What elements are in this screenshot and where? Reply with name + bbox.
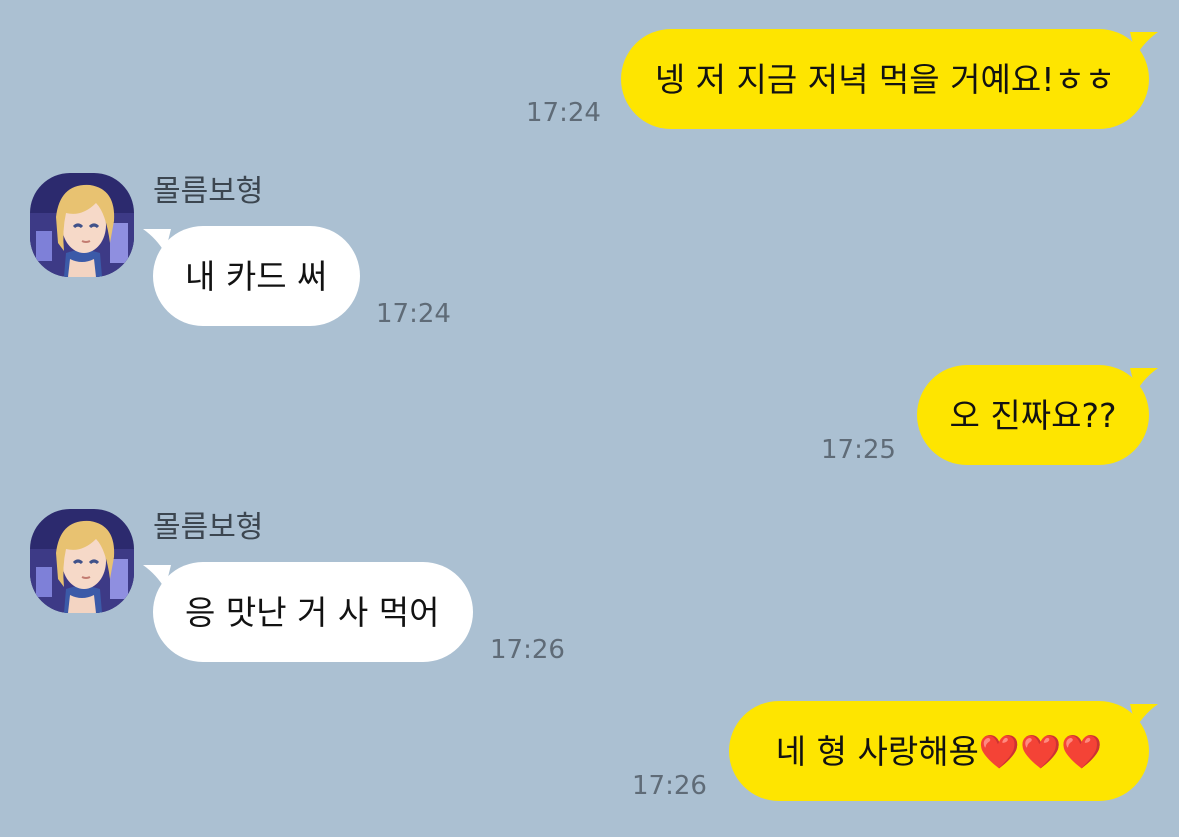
message-bubble-incoming[interactable]: 내 카드 써 [153, 226, 360, 326]
message-text: 응 맛난 거 사 먹어 [185, 592, 440, 632]
message-timestamp: 17:26 [632, 771, 707, 801]
profile-avatar-icon [30, 509, 134, 613]
message-bubble-incoming[interactable]: 응 맛난 거 사 먹어 [153, 562, 473, 662]
message-text: 넹 저 지금 저녁 먹을 거예요!ㅎㅎ [654, 59, 1116, 99]
sender-name: 몰름보형 [153, 174, 264, 209]
message-bubble-outgoing[interactable]: 넹 저 지금 저녁 먹을 거예요!ㅎㅎ [621, 29, 1149, 129]
message-bubble-outgoing[interactable]: 네 형 사랑해용 ❤️❤️❤️ [729, 701, 1149, 801]
sender-name: 몰름보형 [153, 510, 264, 545]
message-timestamp: 17:26 [490, 635, 565, 665]
message-timestamp: 17:24 [526, 98, 601, 128]
message-timestamp: 17:24 [376, 299, 451, 329]
message-text: 내 카드 써 [185, 256, 328, 296]
chat-screen: { "colors": { "background": "#abc0d2", "… [0, 0, 1179, 837]
avatar[interactable] [30, 173, 134, 277]
message-bubble-outgoing[interactable]: 오 진짜요?? [917, 365, 1149, 465]
profile-avatar-icon [30, 173, 134, 277]
message-timestamp: 17:25 [821, 435, 896, 465]
message-text: 오 진짜요?? [949, 395, 1117, 435]
avatar[interactable] [30, 509, 134, 613]
message-text: 네 형 사랑해용 [775, 731, 979, 771]
heart-emoji-icon: ❤️❤️❤️ [978, 731, 1103, 771]
